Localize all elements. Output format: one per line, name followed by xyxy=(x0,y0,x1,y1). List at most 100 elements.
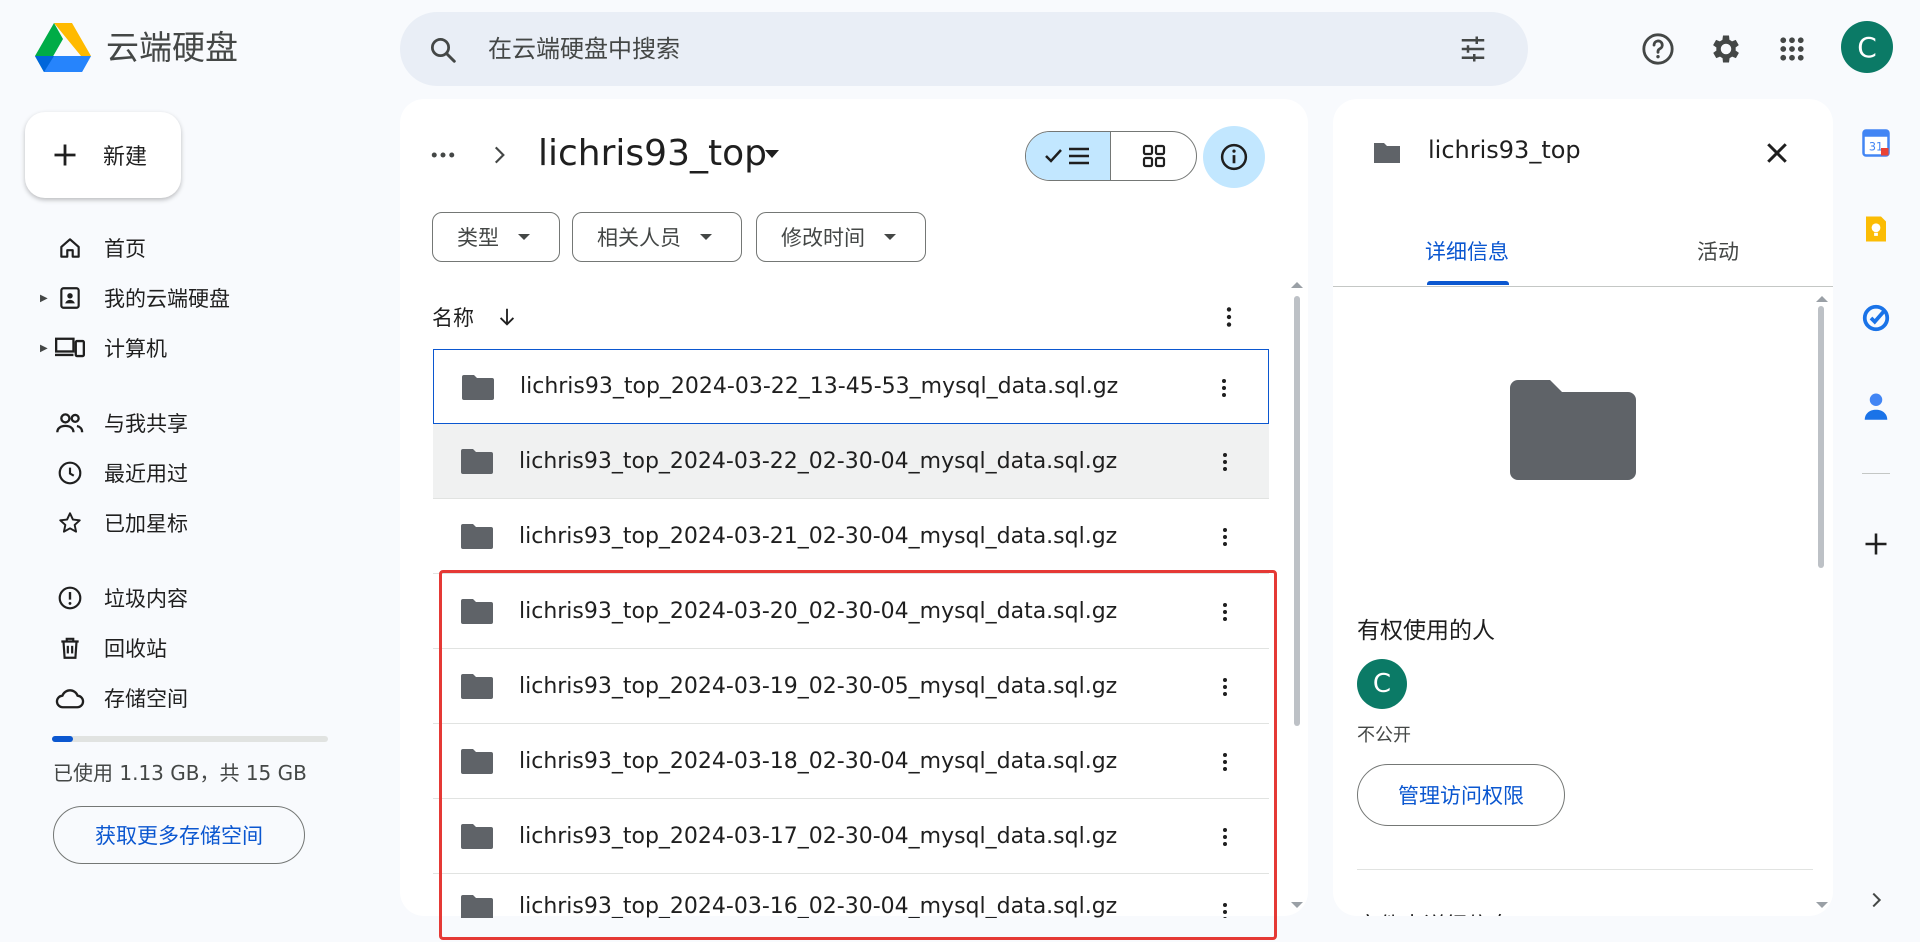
tasks-icon[interactable] xyxy=(1860,302,1892,334)
sidebar-item-recent[interactable]: 最近用过 xyxy=(40,453,188,493)
filter-label: 类型 xyxy=(457,226,499,250)
access-section-title: 有权使用的人 xyxy=(1357,618,1495,644)
sidebar-item-starred[interactable]: 已加星标 xyxy=(40,503,188,543)
sidebar-item-spam[interactable]: 垃圾内容 xyxy=(40,578,188,618)
section-divider xyxy=(1357,869,1813,870)
dropdown-caret-icon xyxy=(699,232,713,242)
app-title: 云端硬盘 xyxy=(106,28,238,67)
dropdown-caret-icon xyxy=(883,232,897,242)
details-title: lichris93_top xyxy=(1428,136,1581,164)
sort-arrow-down-icon[interactable] xyxy=(496,306,518,328)
scroll-up-arrow-icon[interactable] xyxy=(1815,294,1829,304)
search-input[interactable]: 在云端硬盘中搜索 xyxy=(488,32,680,66)
calendar-icon[interactable]: 31 xyxy=(1860,127,1892,159)
sidebar-item-storage[interactable]: 存储空间 xyxy=(40,678,188,718)
folder-details-heading: 文件夹详细信息 xyxy=(1357,908,1511,916)
expand-caret-icon[interactable]: ▶ xyxy=(40,293,54,304)
sidebar-item-shared[interactable]: 与我共享 xyxy=(40,403,188,443)
sidebar-item-trash[interactable]: 回收站 xyxy=(40,628,167,668)
file-row[interactable]: lichris93_top_2024-03-22_02-30-04_mysql_… xyxy=(433,424,1269,499)
column-label: 名称 xyxy=(432,306,474,330)
folder-icon xyxy=(461,448,493,474)
sidebar-item-computers[interactable]: ▶ 计算机 xyxy=(40,328,167,368)
current-folder-title[interactable]: lichris93_top xyxy=(538,130,767,178)
sidebar-item-label: 回收站 xyxy=(104,637,167,661)
shared-icon xyxy=(54,407,86,439)
sidebar-item-label: 已加星标 xyxy=(104,512,188,536)
folder-icon xyxy=(461,523,493,549)
filter-modified-chip[interactable]: 修改时间 xyxy=(756,212,926,262)
filter-label: 相关人员 xyxy=(597,226,681,250)
search-bar[interactable]: 在云端硬盘中搜索 xyxy=(400,12,1528,86)
sidebar-item-label: 与我共享 xyxy=(104,412,188,436)
rail-divider xyxy=(1862,473,1890,474)
more-options-icon[interactable] xyxy=(1213,450,1237,474)
expand-caret-icon[interactable]: ▶ xyxy=(40,343,54,354)
filter-type-chip[interactable]: 类型 xyxy=(432,212,560,262)
file-row[interactable]: lichris93_top_2024-03-22_13-45-53_mysql_… xyxy=(433,349,1269,424)
keep-icon[interactable] xyxy=(1860,213,1892,245)
grid-view-button[interactable] xyxy=(1111,132,1196,180)
storage-usage-text: 已使用 1.13 GB，共 15 GB xyxy=(53,761,307,785)
search-options-icon[interactable] xyxy=(1458,34,1488,64)
tab-activity[interactable]: 活动 xyxy=(1697,236,1739,266)
home-icon xyxy=(54,232,86,264)
contacts-icon[interactable] xyxy=(1860,390,1892,422)
more-options-icon[interactable] xyxy=(1216,304,1242,330)
cloud-icon xyxy=(54,682,86,714)
sidebar-item-home[interactable]: 首页 xyxy=(40,228,146,268)
file-row[interactable]: lichris93_top_2024-03-21_02-30-04_mysql_… xyxy=(433,499,1269,574)
add-addon-icon[interactable] xyxy=(1860,528,1892,560)
plus-icon xyxy=(51,141,79,169)
file-name: lichris93_top_2024-03-21_02-30-04_mysql_… xyxy=(519,523,1118,549)
file-name: lichris93_top_2024-03-22_02-30-04_mysql_… xyxy=(519,448,1118,474)
file-list-scrollbar[interactable] xyxy=(1294,296,1300,726)
folder-icon xyxy=(462,374,494,400)
folder-icon xyxy=(1372,141,1402,165)
list-view-button[interactable] xyxy=(1026,132,1111,180)
settings-icon[interactable] xyxy=(1700,23,1752,75)
info-button[interactable] xyxy=(1203,126,1265,188)
details-scrollbar[interactable] xyxy=(1818,306,1824,568)
spam-icon xyxy=(54,582,86,614)
sidebar-item-label: 最近用过 xyxy=(104,462,188,486)
sidebar-item-my-drive[interactable]: ▶ 我的云端硬盘 xyxy=(40,278,230,318)
more-options-icon[interactable] xyxy=(1212,376,1236,400)
highlight-box xyxy=(439,570,1277,940)
view-toggle[interactable] xyxy=(1025,131,1197,181)
tab-details[interactable]: 详细信息 xyxy=(1425,236,1509,266)
tab-divider xyxy=(1333,286,1833,287)
scroll-up-arrow-icon[interactable] xyxy=(1290,280,1304,290)
file-name: lichris93_top_2024-03-22_13-45-53_mysql_… xyxy=(520,374,1119,399)
scroll-down-arrow-icon[interactable] xyxy=(1815,900,1829,910)
close-icon[interactable] xyxy=(1762,138,1792,168)
help-icon[interactable] xyxy=(1632,23,1684,75)
new-button[interactable]: 新建 xyxy=(25,112,181,198)
scroll-down-arrow-icon[interactable] xyxy=(1290,900,1304,910)
sidebar-item-label: 存储空间 xyxy=(104,687,188,711)
folder-preview-icon xyxy=(1510,378,1636,480)
sidebar-item-label: 我的云端硬盘 xyxy=(104,287,230,311)
chevron-right-icon xyxy=(486,142,512,168)
storage-progress-fill xyxy=(52,736,73,742)
manage-access-button[interactable]: 管理访问权限 xyxy=(1357,764,1565,826)
drive-logo-icon[interactable] xyxy=(34,22,92,74)
owner-avatar[interactable]: C xyxy=(1357,659,1407,709)
trash-icon xyxy=(54,632,86,664)
breadcrumb-more-icon[interactable] xyxy=(428,140,458,170)
new-button-label: 新建 xyxy=(103,145,148,170)
more-options-icon[interactable] xyxy=(1213,525,1237,549)
chevron-right-icon[interactable] xyxy=(1860,884,1892,916)
info-icon xyxy=(1219,142,1249,172)
name-column-header[interactable]: 名称 xyxy=(432,302,518,332)
search-icon[interactable] xyxy=(428,35,458,65)
active-tab-indicator xyxy=(1427,281,1509,285)
folder-menu-caret-icon[interactable] xyxy=(764,148,780,160)
filter-people-chip[interactable]: 相关人员 xyxy=(572,212,742,262)
account-avatar[interactable]: C xyxy=(1841,21,1893,73)
filter-label: 修改时间 xyxy=(781,226,865,250)
get-more-storage-button[interactable]: 获取更多存储空间 xyxy=(53,806,305,864)
sidebar-item-label: 首页 xyxy=(104,237,146,261)
apps-grid-icon[interactable] xyxy=(1766,23,1818,75)
section-clip: 文件夹详细信息 xyxy=(1333,880,1818,916)
